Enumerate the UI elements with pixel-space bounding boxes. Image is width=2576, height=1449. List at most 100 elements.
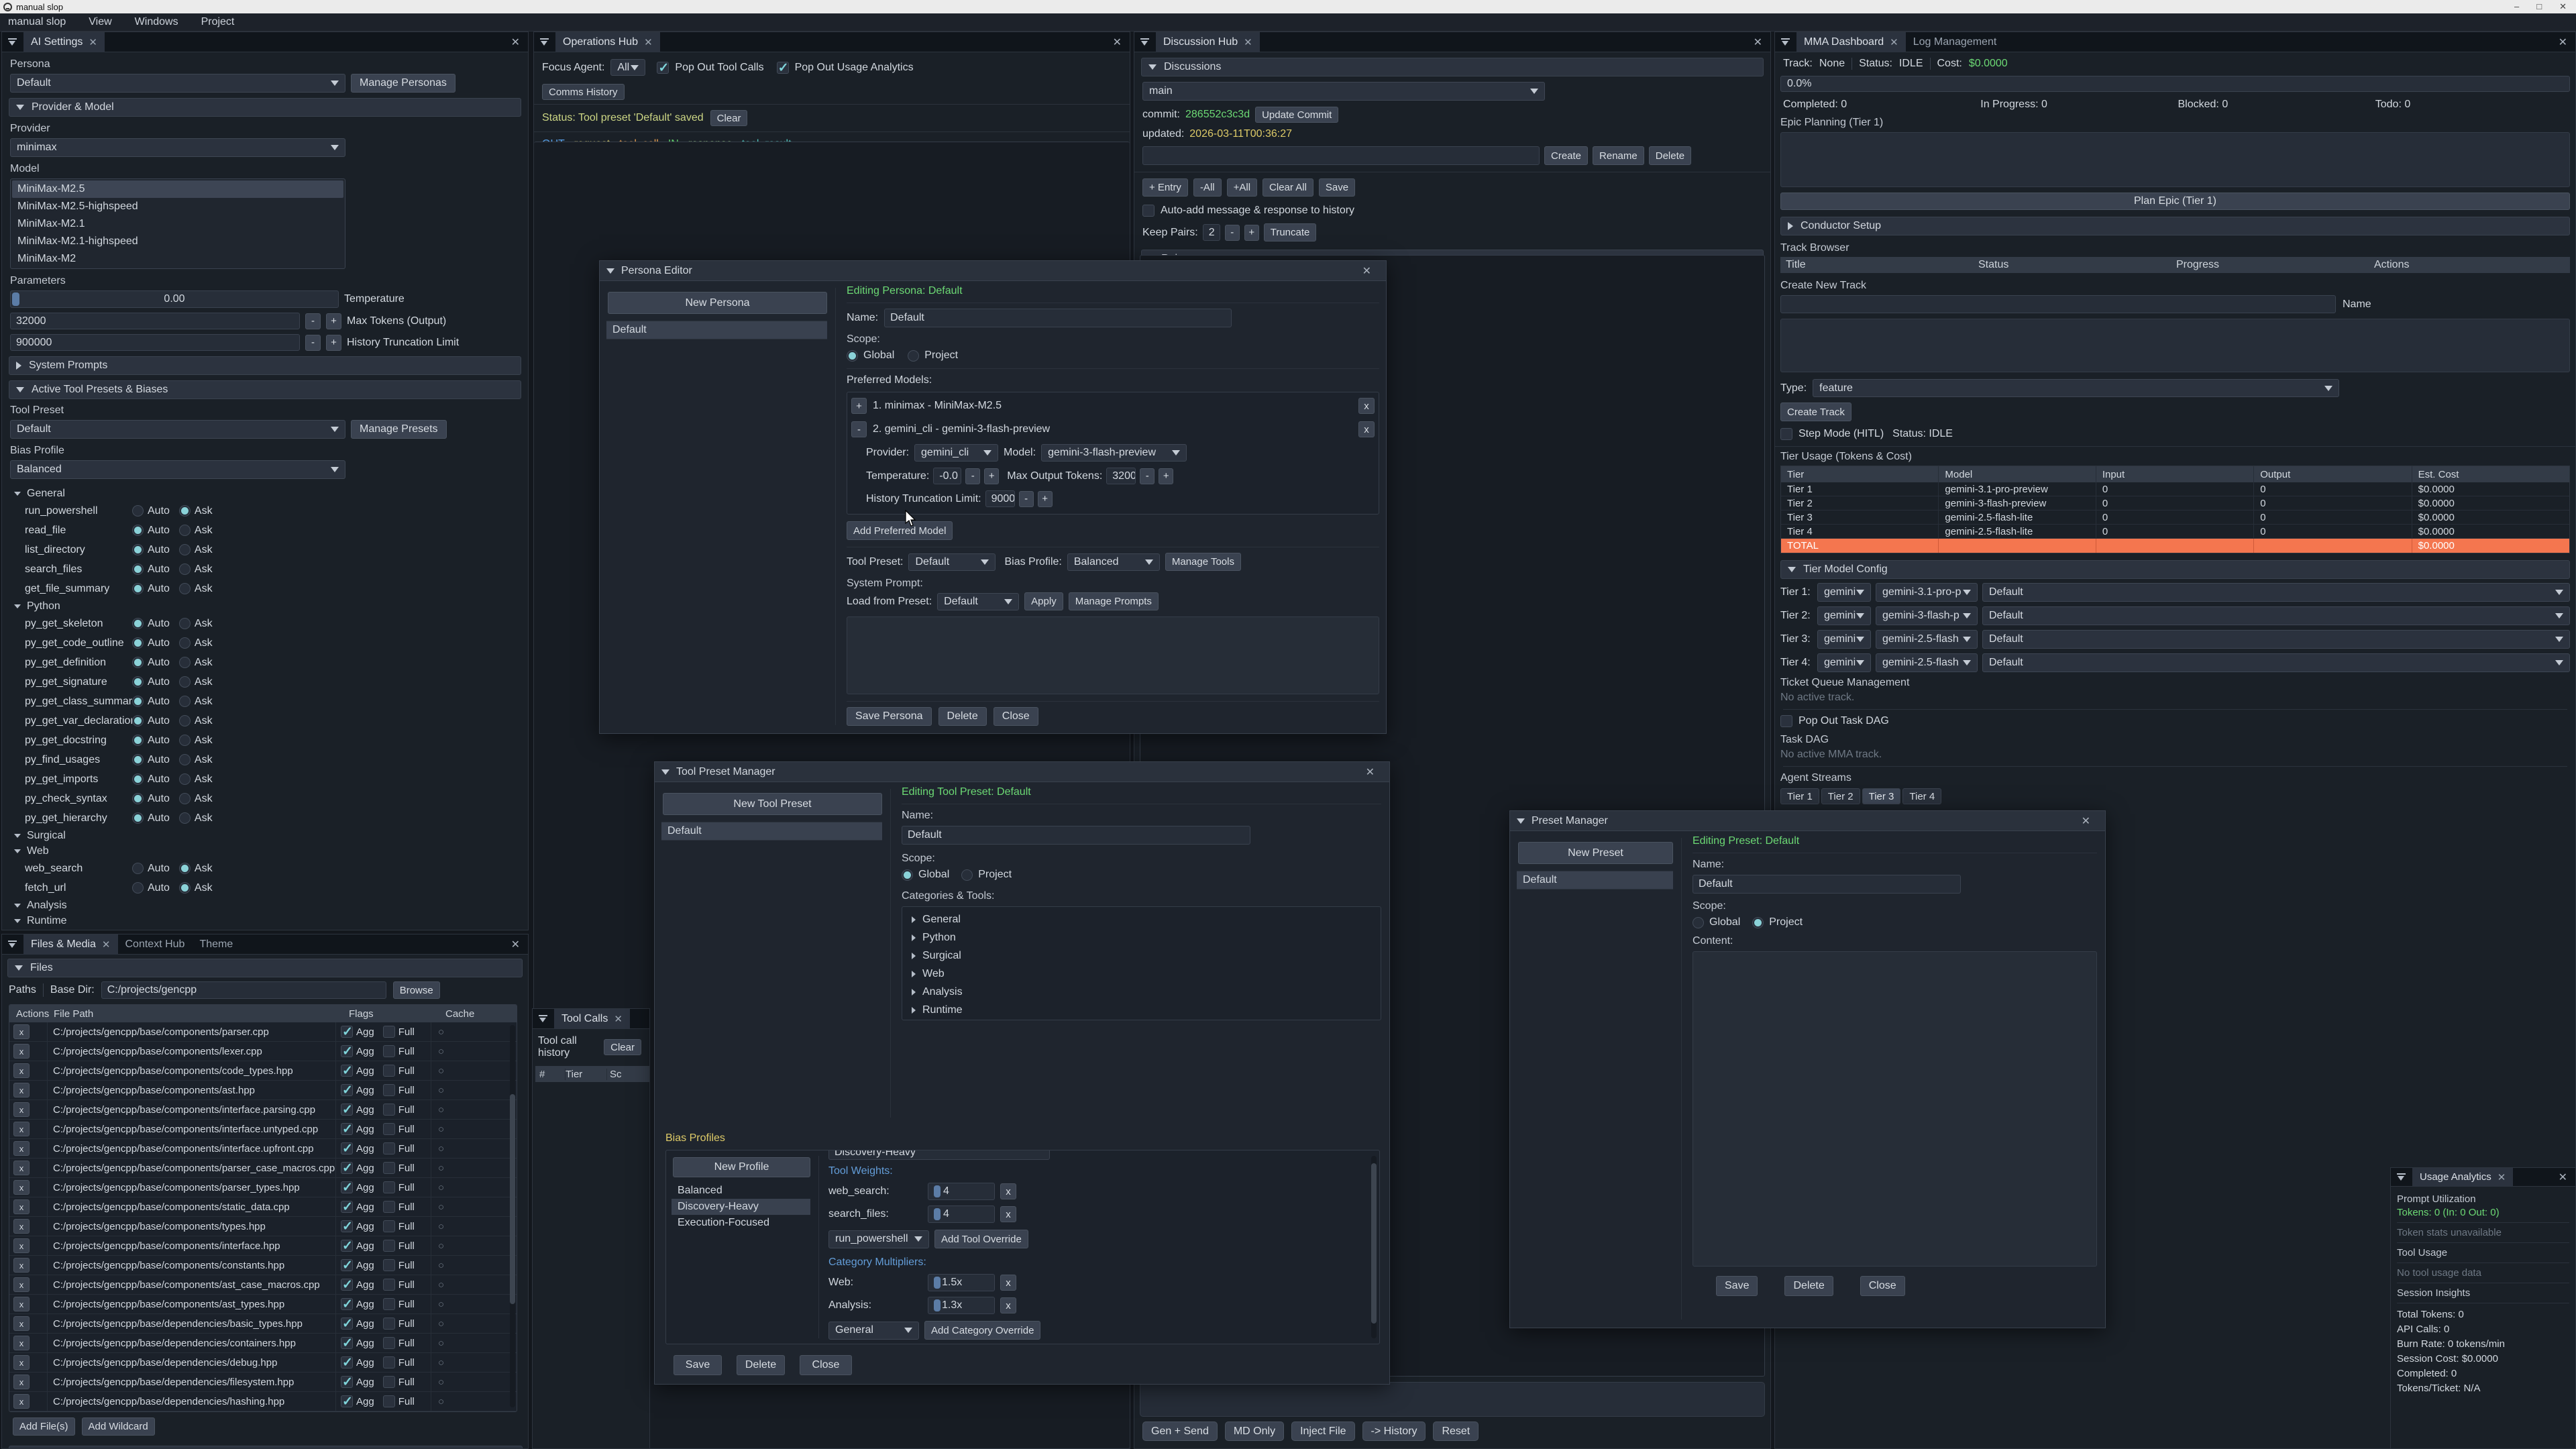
tool-group-header[interactable]: Surgical xyxy=(2,828,528,843)
ask-radio[interactable] xyxy=(179,793,191,804)
preset-list-item[interactable]: Default xyxy=(1517,871,1673,890)
tool-preset-list-item[interactable]: Default xyxy=(661,822,882,841)
full-checkbox[interactable] xyxy=(383,1318,395,1330)
menu-view[interactable]: View xyxy=(89,16,111,28)
remove-file-button[interactable]: x xyxy=(13,1258,30,1273)
agg-checkbox[interactable] xyxy=(341,1104,353,1116)
move-up-button[interactable]: + xyxy=(851,398,867,414)
remove-file-button[interactable]: x xyxy=(13,1161,30,1175)
tier-prompt-select[interactable]: Default xyxy=(1982,583,2570,602)
bias-profile-list-item[interactable]: Execution-Focused xyxy=(672,1215,810,1231)
ask-radio[interactable] xyxy=(179,735,191,746)
add-wildcard-button[interactable]: Add Wildcard xyxy=(82,1417,155,1436)
category-override-select[interactable]: General xyxy=(828,1322,919,1340)
tool-preset-select[interactable]: Default xyxy=(10,420,345,439)
auto-radio[interactable] xyxy=(132,637,144,649)
system-prompts-header[interactable]: System Prompts xyxy=(9,356,521,375)
remove-file-button[interactable]: x xyxy=(13,1024,30,1039)
pop-out-usage-checkbox[interactable] xyxy=(777,62,789,74)
plan-epic-button[interactable]: Plan Epic (Tier 1) xyxy=(1780,193,2570,210)
preset-content-textarea[interactable] xyxy=(1693,951,2097,1267)
discussion-select[interactable]: main xyxy=(1142,82,1545,101)
full-checkbox[interactable] xyxy=(383,1104,395,1116)
manage-personas-button[interactable]: Manage Personas xyxy=(351,74,455,93)
ask-radio[interactable] xyxy=(179,657,191,668)
agg-checkbox[interactable] xyxy=(341,1181,353,1193)
auto-radio[interactable] xyxy=(132,618,144,629)
tier-model-config-header[interactable]: Tier Model Config xyxy=(1780,560,2570,579)
auto-radio[interactable] xyxy=(132,715,144,727)
auto-radio[interactable] xyxy=(132,676,144,688)
provider-model-header[interactable]: Provider & Model xyxy=(9,98,521,117)
persona-bias-select[interactable]: Balanced xyxy=(1067,553,1160,571)
decrement-button[interactable]: - xyxy=(305,313,321,329)
tool-preset-name-input[interactable]: Default xyxy=(902,826,1250,845)
full-checkbox[interactable] xyxy=(383,1395,395,1407)
create-discussion-button[interactable]: Create xyxy=(1544,146,1588,165)
tab-theme[interactable]: Theme xyxy=(192,934,240,955)
agg-checkbox[interactable] xyxy=(341,1318,353,1330)
stream-tier-tab[interactable]: Tier 2 xyxy=(1821,788,1860,804)
full-checkbox[interactable] xyxy=(383,1142,395,1155)
auto-radio[interactable] xyxy=(132,882,144,894)
panel-collapse-icon[interactable] xyxy=(1781,38,1790,46)
remove-file-button[interactable]: x xyxy=(13,1122,30,1136)
tier-prompt-select[interactable]: Default xyxy=(1982,606,2570,625)
remove-file-button[interactable]: x xyxy=(13,1375,30,1389)
remove-file-button[interactable]: x xyxy=(13,1336,30,1350)
tier-model-select[interactable]: gemini-3.1-pro-p xyxy=(1876,583,1978,602)
tier-provider-select[interactable]: gemini xyxy=(1817,653,1871,672)
new-tool-preset-button[interactable]: New Tool Preset xyxy=(663,793,882,815)
remove-model-button[interactable]: x xyxy=(1358,398,1375,414)
tier-provider-select[interactable]: gemini xyxy=(1817,630,1871,649)
persona-tool-preset-select[interactable]: Default xyxy=(908,553,996,571)
ask-radio[interactable] xyxy=(179,564,191,575)
scope-project-radio[interactable] xyxy=(961,869,973,881)
new-preset-button[interactable]: New Preset xyxy=(1518,842,1673,864)
auto-radio[interactable] xyxy=(132,754,144,765)
ask-radio[interactable] xyxy=(179,525,191,536)
agg-checkbox[interactable] xyxy=(341,1356,353,1368)
pm-history-input[interactable]: 900000 xyxy=(985,490,1015,507)
maximize-icon[interactable]: □ xyxy=(2536,1,2542,12)
agg-checkbox[interactable] xyxy=(341,1142,353,1155)
auto-radio[interactable] xyxy=(132,863,144,874)
ask-radio[interactable] xyxy=(179,812,191,824)
tab-close-icon[interactable]: ✕ xyxy=(89,36,97,48)
tab-close-icon[interactable]: ✕ xyxy=(2498,1171,2506,1183)
remove-file-button[interactable]: x xyxy=(13,1180,30,1195)
stream-tier-tab[interactable]: Tier 3 xyxy=(1862,788,1901,804)
decrement-button[interactable]: - xyxy=(1140,468,1155,484)
category-row[interactable]: Python xyxy=(912,932,1381,944)
panel-close-icon[interactable]: ✕ xyxy=(1113,36,1122,49)
panel-close-icon[interactable]: ✕ xyxy=(511,36,520,49)
full-checkbox[interactable] xyxy=(383,1298,395,1310)
increment-button[interactable]: + xyxy=(1244,225,1259,241)
entry-action-button[interactable]: +All xyxy=(1227,178,1257,197)
ask-radio[interactable] xyxy=(179,544,191,555)
model-list-item[interactable]: MiniMax-M2.5-highspeed xyxy=(12,198,343,215)
panel-collapse-icon[interactable] xyxy=(8,941,17,949)
save-persona-button[interactable]: Save Persona xyxy=(847,707,932,726)
add-category-override-button[interactable]: Add Category Override xyxy=(924,1321,1040,1340)
ask-radio[interactable] xyxy=(179,696,191,707)
menu-windows[interactable]: Windows xyxy=(135,16,178,28)
add-preferred-model-button[interactable]: Add Preferred Model xyxy=(847,521,953,540)
add-files-button[interactable]: Add File(s) xyxy=(13,1417,75,1436)
remove-file-button[interactable]: x xyxy=(13,1199,30,1214)
tab-close-icon[interactable]: ✕ xyxy=(102,938,111,951)
dialog-close-icon[interactable]: ✕ xyxy=(1366,765,1375,779)
create-track-button[interactable]: Create Track xyxy=(1780,402,1851,421)
delete-discussion-button[interactable]: Delete xyxy=(1649,146,1691,165)
category-row[interactable]: Surgical xyxy=(912,950,1381,962)
composer-action-button[interactable]: Reset xyxy=(1433,1421,1479,1441)
scope-global-radio[interactable] xyxy=(847,350,858,362)
agg-checkbox[interactable] xyxy=(341,1298,353,1310)
agg-checkbox[interactable] xyxy=(341,1123,353,1135)
save-button[interactable]: Save xyxy=(1716,1276,1758,1296)
rename-discussion-button[interactable]: Rename xyxy=(1593,146,1644,165)
close-icon[interactable]: ✕ xyxy=(2559,1,2567,12)
bias-profile-list-item[interactable]: Balanced xyxy=(672,1183,810,1199)
remove-file-button[interactable]: x xyxy=(13,1297,30,1311)
ask-radio[interactable] xyxy=(179,882,191,894)
